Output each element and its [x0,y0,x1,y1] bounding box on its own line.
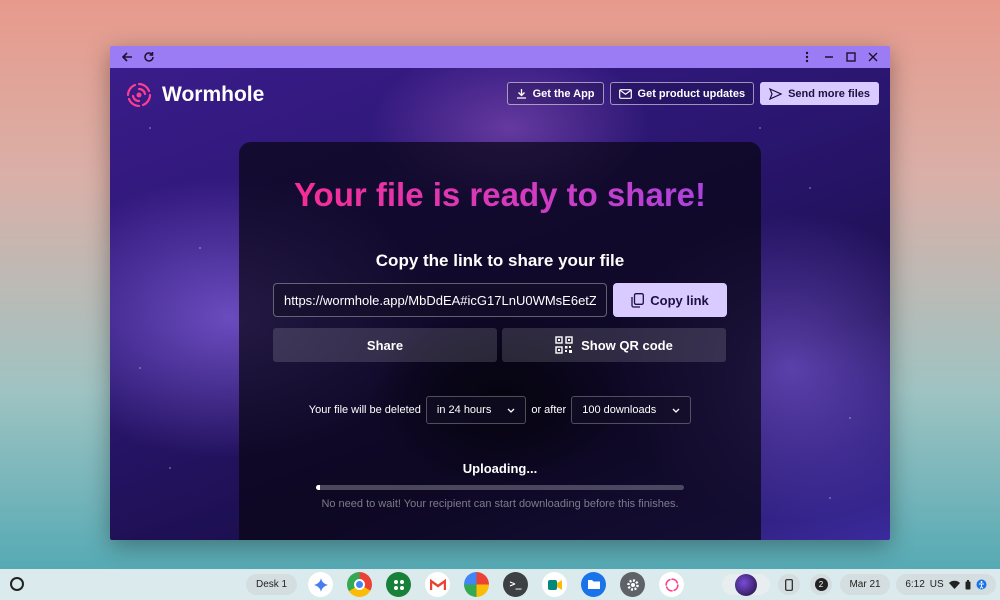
send-icon [769,87,783,100]
back-icon[interactable] [116,46,138,68]
upload-progress-fill [316,485,320,490]
chrome-icon[interactable] [347,572,372,597]
product-updates-label: Get product updates [637,87,746,100]
share-label: Share [366,337,404,353]
share-card: Your file is ready to share! Copy the li… [239,142,761,540]
wormhole-app-icon[interactable] [659,572,684,597]
holding-space-thumbnail [735,573,757,596]
share-button[interactable]: Share [273,328,497,362]
pinned-apps: >_ [308,572,684,597]
reload-icon[interactable] [138,46,160,68]
expiry-settings: Your file will be deleted in 24 hours or… [239,396,761,424]
product-updates-button[interactable]: Get product updates [609,82,755,105]
meet-icon[interactable] [542,572,567,597]
date-label: Mar 21 [849,579,881,590]
expiry-time-value: in 24 hours [436,404,492,416]
system-shelf: Desk 1 >_ 2 Mar 21 6:12 US [0,569,1000,600]
desk-switcher[interactable]: Desk 1 [246,574,298,595]
photos-icon[interactable] [464,572,489,597]
gemini-icon[interactable] [308,572,333,597]
qr-code-icon [555,336,573,354]
brand-name: Wormhole [162,83,265,106]
holding-space-tray[interactable] [722,573,770,596]
download-icon [516,89,526,99]
wifi-icon [948,580,960,589]
files-icon[interactable] [581,572,606,597]
expiry-downloads-select[interactable]: 100 downloads [571,396,692,424]
chevron-down-icon [672,408,680,413]
expiry-mid: or after [531,404,567,416]
send-more-files-button[interactable]: Send more files [760,82,879,105]
expiry-prefix: Your file will be deleted [308,404,421,416]
minimize-icon[interactable] [818,46,840,68]
launcher-icon[interactable] [10,577,24,591]
maximize-icon[interactable] [840,46,862,68]
copy-instructions: Copy the link to share your file [375,251,625,270]
copy-link-label: Copy link [650,292,709,308]
gmail-icon[interactable] [425,572,450,597]
share-link-input[interactable] [273,283,607,317]
status-area[interactable]: 6:12 US [896,574,996,595]
chevron-down-icon [507,408,515,413]
action-row: Share Show QR code [273,328,726,362]
notification-badge[interactable]: 2 [810,574,832,595]
close-icon[interactable] [862,46,884,68]
browser-window: Wormhole Get the App Get product updates… [110,46,890,540]
page-content: Wormhole Get the App Get product updates… [110,68,890,540]
page-title: Your file is ready to share! [239,176,761,214]
date-tray[interactable]: Mar 21 [840,574,890,595]
copy-link-button[interactable]: Copy link [613,283,727,317]
desk-label: Desk 1 [256,579,288,590]
show-qr-button[interactable]: Show QR code [502,328,726,362]
window-titlebar [110,46,890,68]
accessibility-icon [976,579,987,590]
wormhole-logo-icon [126,82,152,108]
locale-label: US [929,579,944,590]
mail-icon [618,88,632,99]
expiry-downloads-value: 100 downloads [582,404,657,416]
workspace-icon[interactable] [386,572,411,597]
copy-icon [631,292,645,308]
get-app-label: Get the App [532,87,595,100]
brand-logo[interactable]: Wormhole [124,80,264,110]
terminal-icon[interactable]: >_ [503,572,528,597]
battery-icon [965,579,971,589]
clock-label: 6:12 [905,579,925,590]
settings-gear-icon[interactable] [620,572,645,597]
get-app-button[interactable]: Get the App [506,82,604,105]
upload-note: No need to wait! Your recipient can star… [321,498,679,510]
header-actions: Get the App Get product updates Send mor… [506,82,879,105]
send-more-files-label: Send more files [788,87,870,100]
upload-progress-bar [316,485,684,490]
phone-hub-icon[interactable] [778,574,800,595]
notification-count: 2 [814,578,828,591]
kebab-menu-icon[interactable] [796,46,818,68]
show-qr-label: Show QR code [581,337,673,353]
expiry-time-select[interactable]: in 24 hours [425,396,527,424]
upload-status: Uploading... [462,461,538,476]
link-row: Copy link [273,283,727,317]
